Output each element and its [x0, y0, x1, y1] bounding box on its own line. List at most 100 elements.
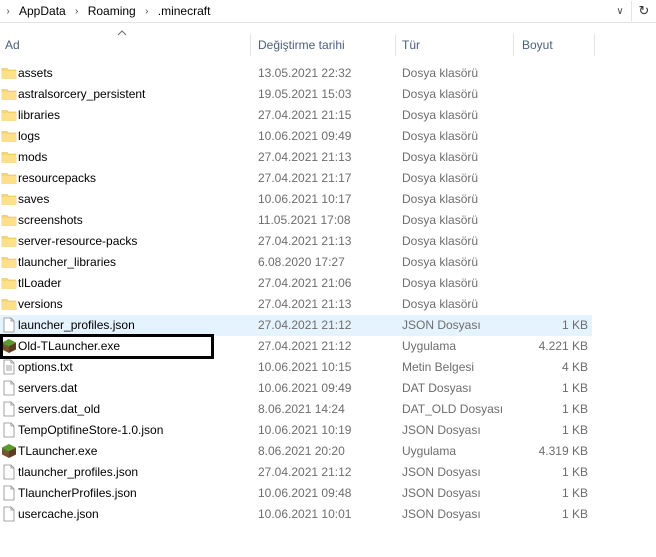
folder-icon: [1, 254, 17, 270]
file-name: logs: [18, 129, 41, 143]
column-divider[interactable]: [513, 34, 514, 56]
file-type: Metin Belgesi: [402, 360, 475, 374]
file-row[interactable]: logs 10.06.2021 09:49 Dosya klasörü: [0, 126, 592, 147]
file-name: assets: [18, 66, 53, 80]
column-header-name[interactable]: Ad: [0, 34, 250, 56]
file-row[interactable]: screenshots 11.05.2021 17:08 Dosya klasörü: [0, 210, 592, 231]
file-size: 4.319 KB: [538, 444, 588, 458]
file-icon: [1, 485, 17, 501]
file-size: 1 KB: [561, 402, 588, 416]
file-type: Dosya klasörü: [402, 192, 479, 206]
chevron-down-icon[interactable]: ∨: [612, 3, 628, 19]
file-size: 4 KB: [561, 360, 588, 374]
file-name: resourcepacks: [18, 171, 97, 185]
file-row[interactable]: usercache.json 10.06.2021 10:01 JSON Dosya…: [0, 504, 592, 525]
column-header-size[interactable]: Boyut: [517, 34, 597, 56]
breadcrumb-roaming[interactable]: Roaming: [85, 3, 139, 19]
minecraft-block-icon: [1, 338, 17, 354]
file-type: Dosya klasörü: [402, 234, 479, 248]
chevron-right-icon[interactable]: ›: [0, 3, 16, 19]
file-icon: [1, 422, 17, 438]
file-date: 27.04.2021 21:13: [258, 150, 352, 164]
column-header-date[interactable]: Değiştirme tarihi: [253, 34, 395, 56]
address-bar[interactable]: › AppData › Roaming › .minecraft ∨ ↻: [0, 0, 656, 23]
file-row[interactable]: astralsorcery_persistent 19.05.2021 15:03…: [0, 84, 592, 105]
file-row[interactable]: tlauncher_libraries 6.08.2020 17:27 Dosya …: [0, 252, 592, 273]
file-icon: [1, 464, 17, 480]
folder-icon: [1, 275, 17, 291]
file-date: 19.05.2021 15:03: [258, 87, 352, 101]
file-row[interactable]: TempOptifineStore-1.0.json 10.06.2021 10:…: [0, 420, 592, 441]
column-header-size-label: Boyut: [522, 38, 553, 52]
file-size: 1 KB: [561, 465, 588, 479]
file-size: 1 KB: [561, 423, 588, 437]
file-type: Dosya klasörü: [402, 297, 479, 311]
file-row[interactable]: tlauncher_profiles.json 27.04.2021 21:12 J…: [0, 462, 592, 483]
column-divider[interactable]: [395, 34, 396, 56]
file-row[interactable]: mods 27.04.2021 21:13 Dosya klasörü: [0, 147, 592, 168]
file-date: 27.04.2021 21:12: [258, 318, 352, 332]
file-type: Dosya klasörü: [402, 276, 479, 290]
breadcrumb: › AppData › Roaming › .minecraft: [0, 3, 213, 19]
file-size: 4.221 KB: [538, 339, 588, 353]
file-row[interactable]: tlLoader 27.04.2021 21:06 Dosya klasörü: [0, 273, 592, 294]
file-name: usercache.json: [18, 507, 99, 521]
file-name: tlauncher_profiles.json: [18, 465, 139, 479]
file-name: Old-TLauncher.exe: [18, 339, 121, 353]
folder-icon: [1, 296, 17, 312]
file-name: libraries: [18, 108, 61, 122]
file-row[interactable]: launcher_profiles.json 27.04.2021 21:12 JS…: [0, 315, 592, 336]
file-row[interactable]: options.txt 10.06.2021 10:15 Metin Belgesi…: [0, 357, 592, 378]
file-date: 6.08.2020 17:27: [258, 255, 345, 269]
breadcrumb-minecraft[interactable]: .minecraft: [155, 3, 214, 19]
file-size: 1 KB: [561, 381, 588, 395]
file-row[interactable]: servers.dat 10.06.2021 09:49 DAT Dosyası 1 …: [0, 378, 592, 399]
column-header-date-label: Değiştirme tarihi: [258, 38, 345, 52]
file-name: server-resource-packs: [18, 234, 138, 248]
file-type: Uygulama: [402, 444, 457, 458]
file-name: launcher_profiles.json: [18, 318, 135, 332]
file-row[interactable]: TLauncher.exe 8.06.2021 20:20 Uygulama 4.31…: [0, 441, 592, 462]
file-date: 27.04.2021 21:13: [258, 234, 352, 248]
file-name: servers.dat_old: [18, 402, 101, 416]
file-row[interactable]: Old-TLauncher.exe 27.04.2021 21:12 Uygulam…: [0, 336, 592, 357]
column-divider[interactable]: [594, 34, 595, 56]
chevron-right-icon[interactable]: ›: [139, 3, 155, 19]
file-type: JSON Dosyası: [402, 486, 481, 500]
column-divider[interactable]: [250, 34, 251, 56]
file-name: TempOptifineStore-1.0.json: [18, 423, 164, 437]
file-row[interactable]: versions 27.04.2021 21:13 Dosya klasörü: [0, 294, 592, 315]
file-icon: [1, 401, 17, 417]
file-name: versions: [18, 297, 63, 311]
file-date: 27.04.2021 21:12: [258, 465, 352, 479]
refresh-icon[interactable]: ↻: [631, 1, 656, 21]
file-row[interactable]: saves 10.06.2021 10:17 Dosya klasörü: [0, 189, 592, 210]
column-header-type[interactable]: Tür: [397, 34, 510, 56]
file-name: saves: [18, 192, 50, 206]
file-date: 11.05.2021 17:08: [258, 213, 351, 227]
file-type: Dosya klasörü: [402, 255, 479, 269]
file-size: 1 KB: [561, 486, 588, 500]
file-type: JSON Dosyası: [402, 507, 481, 521]
file-icon: [1, 380, 17, 396]
file-row[interactable]: assets 13.05.2021 22:32 Dosya klasörü: [0, 63, 592, 84]
file-type: Uygulama: [402, 339, 457, 353]
file-row[interactable]: servers.dat_old 8.06.2021 14:24 DAT_OLD Do…: [0, 399, 592, 420]
file-row[interactable]: resourcepacks 27.04.2021 21:17 Dosya klasö…: [0, 168, 592, 189]
file-row[interactable]: TlauncherProfiles.json 10.06.2021 09:48 JS…: [0, 483, 592, 504]
file-icon: [1, 506, 17, 522]
file-list: assets 13.05.2021 22:32 Dosya klasörü astra…: [0, 63, 600, 525]
file-name: servers.dat: [18, 381, 78, 395]
file-type: Dosya klasörü: [402, 171, 479, 185]
text-file-icon: [1, 359, 17, 375]
file-type: Dosya klasörü: [402, 87, 479, 101]
file-type: DAT_OLD Dosyası: [402, 402, 504, 416]
file-type: Dosya klasörü: [402, 150, 479, 164]
breadcrumb-appdata[interactable]: AppData: [16, 3, 69, 19]
file-row[interactable]: server-resource-packs 27.04.2021 21:13 Dos…: [0, 231, 592, 252]
file-name: mods: [18, 150, 48, 164]
file-name: tlLoader: [18, 276, 62, 290]
chevron-right-icon[interactable]: ›: [69, 3, 85, 19]
file-row[interactable]: libraries 27.04.2021 21:15 Dosya klasörü: [0, 105, 592, 126]
file-icon: [1, 317, 17, 333]
